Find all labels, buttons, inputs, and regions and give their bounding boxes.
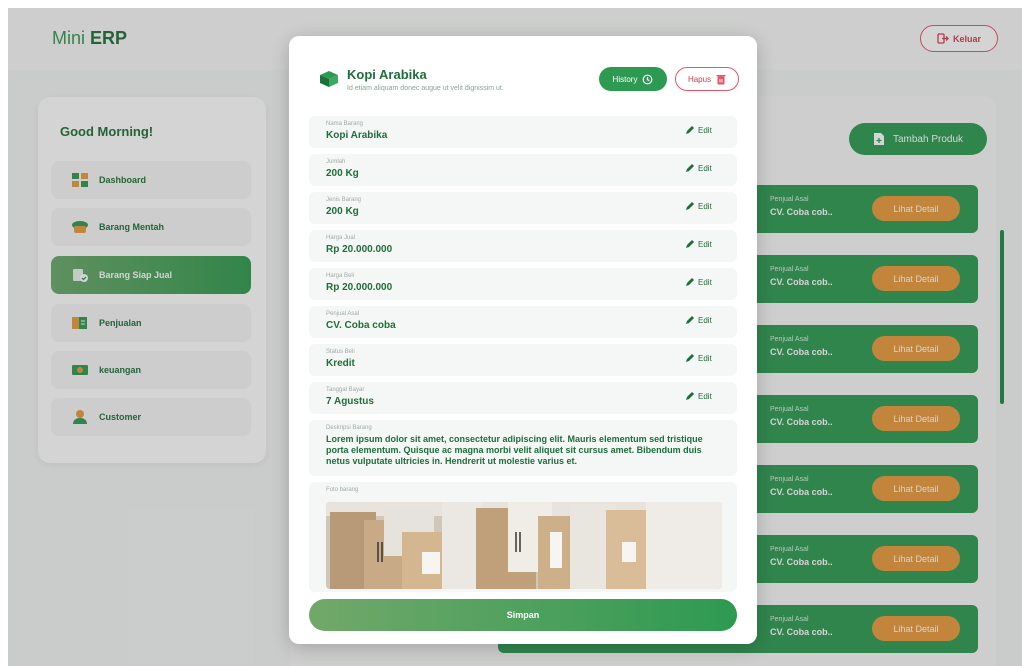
field-value: CV. Coba coba bbox=[326, 320, 396, 331]
field-status-beli: Status Beli Kredit Edit bbox=[309, 344, 737, 376]
field-jenis-barang: Jenis Barang 200 Kg Edit bbox=[309, 192, 737, 224]
field-label: Status Beli bbox=[326, 349, 355, 355]
product-detail-modal: Kopi Arabika Id etiam aliquam donec augu… bbox=[289, 36, 757, 644]
modal-title: Kopi Arabika bbox=[347, 67, 427, 82]
edit-label: Edit bbox=[698, 315, 712, 325]
edit-label: Edit bbox=[698, 163, 712, 173]
edit-label: Edit bbox=[698, 201, 712, 211]
edit-label: Edit bbox=[698, 391, 712, 401]
field-harga-jual: Harga Jual Rp 20.000.000 Edit bbox=[309, 230, 737, 262]
edit-button[interactable]: Edit bbox=[685, 315, 712, 325]
pencil-icon bbox=[686, 164, 694, 172]
box-icon bbox=[320, 71, 338, 87]
field-harga-beli: Harga Beli Rp 20.000.000 Edit bbox=[309, 268, 737, 300]
modal-subtitle: Id etiam aliquam donec augue ut velit di… bbox=[347, 85, 504, 92]
app-window: Mini ERP Keluar Good Morning! Dashboard … bbox=[8, 8, 1022, 666]
save-button[interactable]: Simpan bbox=[309, 599, 737, 631]
trash-icon bbox=[716, 74, 726, 84]
pencil-icon bbox=[686, 392, 694, 400]
edit-label: Edit bbox=[698, 277, 712, 287]
edit-button[interactable]: Edit bbox=[685, 353, 712, 363]
pencil-icon bbox=[686, 278, 694, 286]
field-value: 200 Kg bbox=[326, 168, 359, 179]
pencil-icon bbox=[686, 202, 694, 210]
field-label: Jumlah bbox=[326, 159, 346, 165]
field-label: Jenis Barang bbox=[326, 197, 362, 203]
field-foto-barang: Foto barang bbox=[309, 482, 737, 592]
pencil-icon bbox=[686, 240, 694, 248]
pencil-icon bbox=[686, 316, 694, 324]
field-label: Penjual Asal bbox=[326, 311, 360, 317]
field-label: Harga Jual bbox=[326, 235, 356, 241]
edit-button[interactable]: Edit bbox=[685, 125, 712, 135]
field-value: 7 Agustus bbox=[326, 396, 374, 407]
edit-label: Edit bbox=[698, 239, 712, 249]
history-button[interactable]: History bbox=[599, 67, 667, 91]
description-text: Lorem ipsum dolor sit amet, consectetur … bbox=[326, 434, 703, 466]
field-value: 200 Kg bbox=[326, 206, 359, 217]
field-nama-barang: Nama Barang Kopi Arabika Edit bbox=[309, 116, 737, 148]
edit-button[interactable]: Edit bbox=[685, 201, 712, 211]
field-value: Kopi Arabika bbox=[326, 130, 388, 141]
field-value: Rp 20.000.000 bbox=[326, 282, 393, 293]
field-deskripsi-barang: Deskripsi Barang Lorem ipsum dolor sit a… bbox=[309, 420, 737, 476]
edit-button[interactable]: Edit bbox=[685, 277, 712, 287]
history-icon bbox=[643, 74, 653, 84]
edit-label: Edit bbox=[698, 353, 712, 363]
history-label: History bbox=[612, 74, 638, 84]
delete-label: Hapus bbox=[687, 74, 712, 84]
field-label: Deskripsi Barang bbox=[326, 425, 372, 431]
pencil-icon bbox=[686, 354, 694, 362]
field-tanggal-bayar: Tanggal Bayar 7 Agustus Edit bbox=[309, 382, 737, 414]
boxes-photo-illustration bbox=[326, 502, 722, 589]
field-value: Rp 20.000.000 bbox=[326, 244, 393, 255]
field-penjual-asal: Penjual Asal CV. Coba coba Edit bbox=[309, 306, 737, 338]
edit-button[interactable]: Edit bbox=[685, 239, 712, 249]
edit-button[interactable]: Edit bbox=[685, 391, 712, 401]
edit-button[interactable]: Edit bbox=[685, 163, 712, 173]
field-label: Harga Beli bbox=[326, 273, 355, 279]
delete-button[interactable]: Hapus bbox=[675, 67, 739, 91]
field-jumlah: Jumlah 200 Kg Edit bbox=[309, 154, 737, 186]
pencil-icon bbox=[686, 126, 694, 134]
product-photo[interactable] bbox=[326, 502, 722, 589]
edit-label: Edit bbox=[698, 125, 712, 135]
field-label: Tanggal Bayar bbox=[326, 387, 365, 393]
field-label: Foto barang bbox=[326, 487, 359, 493]
field-value: Kredit bbox=[326, 358, 355, 369]
field-label: Nama Barang bbox=[326, 121, 364, 127]
